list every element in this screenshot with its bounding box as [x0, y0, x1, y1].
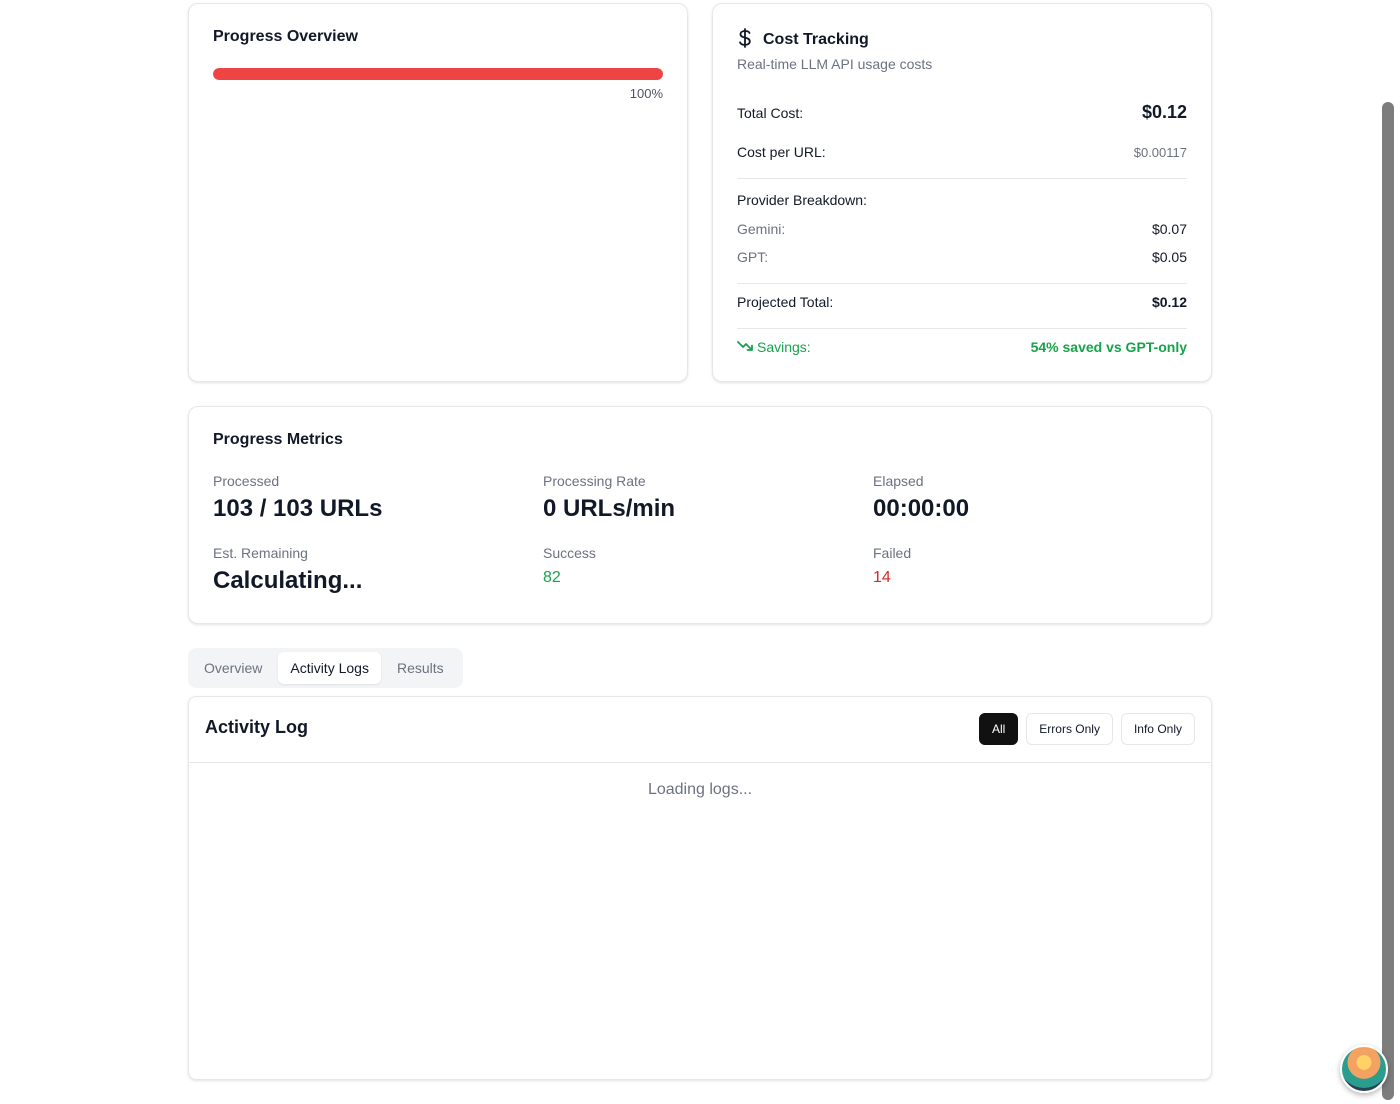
cost-tracking-title: Cost Tracking [763, 31, 869, 48]
metric-label: Est. Remaining [213, 545, 308, 561]
metric-label: Processing Rate [543, 473, 646, 489]
progress-bar [213, 68, 663, 80]
page: Progress Overview 100% Cost Tracking Rea… [0, 0, 1400, 1104]
cost-per-url-value: $0.00117 [1133, 144, 1187, 160]
metric-label: Success [543, 545, 596, 561]
progress-percent: 100% [629, 86, 663, 101]
provider-value: $0.05 [1151, 249, 1187, 265]
metric-elapsed: Elapsed 00:00:00 [873, 473, 1173, 523]
loading-logs-text: Loading logs... [647, 781, 753, 798]
savings-row: Savings: 54% saved vs GPT-only [737, 339, 1187, 355]
projected-total-row: Projected Total: $0.12 [737, 294, 1187, 310]
metric-processing-rate: Processing Rate 0 URLs/min [543, 473, 843, 523]
tab-overview[interactable]: Overview [192, 652, 274, 684]
progress-overview-card: Progress Overview 100% [188, 3, 688, 382]
cost-per-url-label: Cost per URL: [737, 144, 826, 160]
metric-label: Elapsed [873, 473, 924, 489]
metric-processed: Processed 103 / 103 URLs [213, 473, 513, 523]
filter-info-only-button[interactable]: Info Only [1120, 713, 1195, 745]
metric-value: 0 URLs/min [543, 495, 676, 522]
cost-tracking-card: Cost Tracking Real-time LLM API usage co… [712, 3, 1212, 382]
projected-total-value: $0.12 [1151, 294, 1187, 310]
filter-all-button[interactable]: All [978, 713, 1019, 745]
savings-label: Savings: [757, 339, 811, 355]
tab-results[interactable]: Results [385, 652, 456, 684]
total-cost-row: Total Cost: $0.12 [737, 102, 1187, 123]
tab-list: Overview Activity Logs Results [188, 648, 463, 688]
activity-log-card: Activity Log All Errors Only Info Only L… [188, 696, 1212, 1080]
metric-value: 103 / 103 URLs [213, 495, 383, 522]
provider-value: $0.07 [1151, 221, 1187, 237]
provider-name: GPT: [737, 249, 769, 265]
metric-value: 82 [543, 569, 561, 586]
tab-activity-logs[interactable]: Activity Logs [278, 652, 381, 684]
savings-label-group: Savings: [737, 339, 811, 355]
provider-row-gpt: GPT: $0.05 [737, 249, 1187, 265]
progress-bar-fill [213, 68, 663, 80]
metric-value: 00:00:00 [873, 495, 970, 522]
progress-metrics-title: Progress Metrics [213, 431, 343, 448]
floating-avatar-button[interactable] [1340, 1045, 1388, 1093]
savings-value: 54% saved vs GPT-only [1030, 339, 1187, 355]
progress-metrics-card: Progress Metrics Processed 103 / 103 URL… [188, 406, 1212, 624]
metric-success: Success 82 [543, 545, 843, 587]
provider-name: Gemini: [737, 221, 786, 237]
cost-tracking-subtitle: Real-time LLM API usage costs [737, 56, 933, 72]
divider [737, 328, 1187, 329]
metric-failed: Failed 14 [873, 545, 1173, 587]
cost-tracking-header: Cost Tracking [737, 28, 869, 52]
metric-label: Failed [873, 545, 912, 561]
total-cost-label: Total Cost: [737, 104, 804, 121]
metric-est-remaining: Est. Remaining Calculating... [213, 545, 513, 595]
vertical-scrollbar[interactable] [1382, 102, 1394, 1100]
divider [737, 178, 1187, 179]
provider-row-gemini: Gemini: $0.07 [737, 221, 1187, 237]
activity-log-title: Activity Log [205, 717, 309, 737]
provider-breakdown-label: Provider Breakdown: [737, 192, 867, 208]
divider [737, 283, 1187, 284]
trending-down-icon [737, 339, 753, 355]
projected-total-label: Projected Total: [737, 294, 834, 310]
metric-value: Calculating... [213, 567, 363, 594]
progress-overview-title: Progress Overview [213, 28, 358, 45]
filter-errors-only-button[interactable]: Errors Only [1026, 713, 1113, 745]
provider-breakdown-row: Provider Breakdown: [737, 192, 1187, 208]
total-cost-value: $0.12 [1141, 102, 1187, 122]
cost-per-url-row: Cost per URL: $0.00117 [737, 144, 1187, 160]
log-filters: All Errors Only Info Only [978, 713, 1195, 745]
metric-value: 14 [873, 569, 891, 586]
activity-log-header: Activity Log All Errors Only Info Only [189, 697, 1211, 763]
metric-label: Processed [213, 473, 280, 489]
dollar-icon [737, 28, 753, 52]
